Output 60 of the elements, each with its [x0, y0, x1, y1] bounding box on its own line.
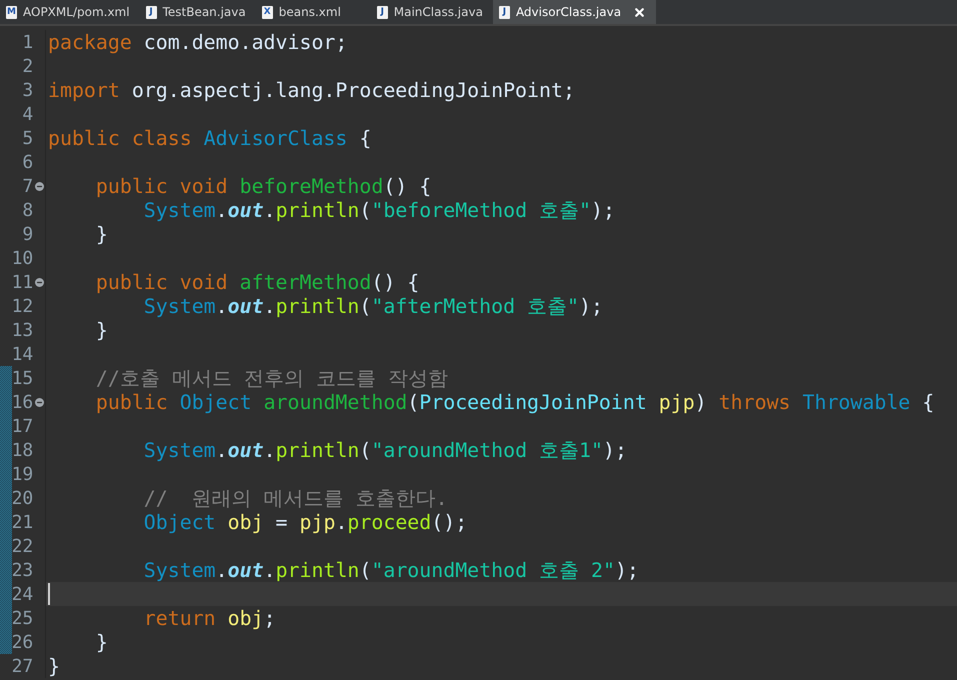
code-line: } [94, 630, 108, 654]
line-number: 20 [10, 488, 34, 508]
collapse-icon[interactable] [34, 398, 44, 406]
editor-tab[interactable]: J TestBean.java [140, 0, 256, 24]
line-number: 17 [10, 416, 34, 436]
file-icon: J [146, 6, 157, 18]
editor-tab[interactable]: X beans.xml [256, 0, 371, 24]
line-number: 8 [21, 200, 34, 220]
code-line: package com.demo.advisor; [47, 30, 348, 54]
line-number: 18 [10, 440, 34, 460]
line-number: 27 [10, 656, 34, 676]
close-icon[interactable] [633, 6, 646, 18]
file-icon: J [498, 6, 510, 18]
line-number: 9 [21, 224, 34, 244]
line-number: 12 [10, 296, 34, 316]
line-number: 7 [21, 176, 34, 196]
line-number: 14 [10, 344, 34, 364]
line-number: 21 [10, 512, 34, 532]
code-line: } [47, 654, 60, 678]
collapse-icon[interactable] [34, 182, 44, 190]
line-number: 5 [21, 128, 34, 148]
line-number: 19 [10, 464, 34, 484]
line-number: 11 [10, 272, 34, 292]
collapse-icon[interactable] [34, 278, 44, 286]
line-number: 4 [21, 104, 34, 124]
line-number: 3 [21, 80, 34, 100]
line-number: 26 [10, 632, 34, 652]
line-number: 15 [10, 368, 34, 388]
file-icon: J [376, 6, 388, 18]
code-line: // 원래의 메서드를 호출한다. [142, 486, 448, 512]
code-line: public void beforeMethod() { [94, 174, 432, 198]
text-cursor [48, 583, 50, 605]
code-line: import org.aspectj.lang.ProceedingJoinPoint; [47, 78, 575, 102]
code-line: System.out.println("afterMethod 호출"); [142, 294, 603, 320]
code-line: //호출 메서드 전후의 코드를 작성함 [94, 366, 448, 392]
line-number: 22 [10, 536, 34, 556]
file-icon: X [262, 6, 273, 18]
code-line: return obj; [142, 606, 276, 630]
editor-tab[interactable]: J AdvisorClass.java [492, 0, 656, 24]
editor-tab[interactable]: J MainClass.java [370, 0, 493, 24]
line-number: 2 [21, 56, 34, 76]
code-line: public Object aroundMethod(ProceedingJoinPoint pjp) throws Throwable { [94, 390, 934, 414]
line-number: 16 [10, 392, 34, 412]
line-number: 24 [10, 584, 34, 604]
code-line: Object obj = pjp.proceed(); [142, 510, 468, 534]
line-number: 10 [10, 248, 34, 268]
code-line: public void afterMethod() { [94, 270, 420, 294]
code-line: System.out.println("aroundMethod 호출1"); [142, 438, 627, 464]
code-line: } [94, 318, 108, 342]
line-number: 23 [10, 560, 34, 580]
file-icon: M [6, 6, 17, 18]
editor-tab[interactable]: M AOPXML/pom.xml [0, 0, 140, 24]
line-number: 1 [21, 32, 34, 52]
code-line: public class AdvisorClass { [47, 126, 372, 150]
line-number: 13 [10, 320, 34, 340]
code-line: System.out.println("aroundMethod 호출 2"); [142, 558, 639, 584]
code-line: System.out.println("beforeMethod 호출"); [142, 198, 615, 224]
code-line: } [94, 222, 108, 246]
line-number: 25 [10, 608, 34, 628]
line-number: 6 [21, 152, 34, 172]
